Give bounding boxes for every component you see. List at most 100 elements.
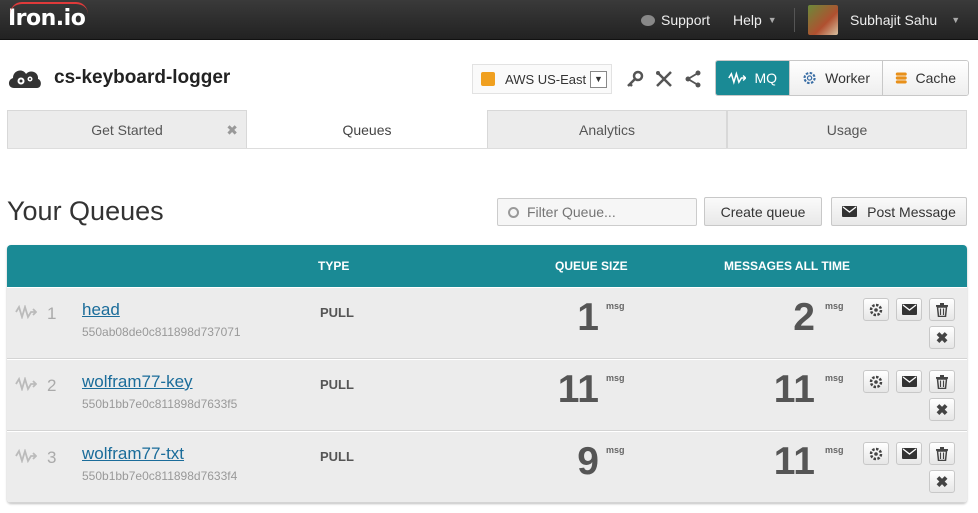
region-label: AWS US-East xyxy=(505,71,587,87)
tab-queues[interactable]: Queues xyxy=(247,110,487,148)
clear-queue-button[interactable] xyxy=(929,298,955,321)
help-menu[interactable]: Help ▼ xyxy=(733,12,777,28)
logo-arc xyxy=(10,2,88,14)
gear-icon xyxy=(869,303,883,316)
header-queue-size[interactable]: QUEUE SIZE xyxy=(555,259,628,273)
aws-icon xyxy=(481,72,495,86)
messages-total-unit: msg xyxy=(825,301,844,311)
queue-size-unit: msg xyxy=(606,445,625,455)
page-title: Your Queues xyxy=(7,196,164,226)
trash-icon xyxy=(936,374,948,389)
table-header: TYPE QUEUE SIZE MESSAGES ALL TIME xyxy=(7,245,967,287)
product-worker-button[interactable]: Worker xyxy=(789,61,882,95)
header-messages-all-time[interactable]: MESSAGES ALL TIME xyxy=(724,259,850,273)
queue-size-value: 9 xyxy=(577,440,599,483)
product-mq-button[interactable]: MQ xyxy=(716,61,789,95)
caret-down-icon: ▼ xyxy=(767,15,777,25)
messages-total-unit: msg xyxy=(825,445,844,455)
caret-down-icon: ▼ xyxy=(951,15,961,25)
clear-queue-button[interactable] xyxy=(929,442,955,465)
mq-wave-icon xyxy=(728,71,747,85)
share-icon[interactable] xyxy=(684,70,702,88)
header-type[interactable]: TYPE xyxy=(318,259,349,273)
post-message-button[interactable]: Post Message xyxy=(831,197,967,226)
messages-total-value: 11 xyxy=(773,440,815,483)
tab-get-started[interactable]: Get Started ✖ xyxy=(7,110,247,148)
filter-queue-field xyxy=(497,198,697,226)
tab-analytics[interactable]: Analytics xyxy=(487,110,727,148)
row-index: 1 xyxy=(47,304,57,323)
divider xyxy=(794,8,795,32)
database-icon xyxy=(895,72,907,84)
queue-size-value: 1 xyxy=(577,296,599,339)
help-label: Help xyxy=(733,12,762,28)
post-message-row-button[interactable] xyxy=(896,442,922,465)
tab-label: Queues xyxy=(342,122,392,138)
envelope-icon xyxy=(842,206,858,217)
envelope-icon xyxy=(901,304,917,315)
queue-size-unit: msg xyxy=(606,373,625,383)
table-row: 3 wolfram77-txt 550b1bb7e0c811898d7633f4 PU… xyxy=(7,431,967,503)
gear-icon xyxy=(869,375,883,388)
filter-queue-input[interactable] xyxy=(527,204,687,220)
messages-total-value: 2 xyxy=(793,296,815,339)
user-menu[interactable]: Subhajit Sahu ▼ xyxy=(850,12,960,28)
queue-settings-button[interactable] xyxy=(863,298,889,321)
queue-name-link[interactable]: wolfram77-key xyxy=(82,372,193,392)
queue-settings-button[interactable] xyxy=(863,370,889,393)
queue-settings-button[interactable] xyxy=(863,442,889,465)
button-label: Create queue xyxy=(720,203,806,220)
avatar[interactable] xyxy=(808,5,838,35)
queue-id: 550ab08de0c811898d737071 xyxy=(82,325,241,339)
queue-type: PULL xyxy=(320,449,354,464)
support-label: Support xyxy=(661,12,711,28)
trash-icon xyxy=(936,302,948,317)
top-bar: Iron.io Support Help ▼ Subhajit Sahu ▼ xyxy=(0,0,978,40)
queue-name-link[interactable]: wolfram77-txt xyxy=(82,444,184,464)
cloud-gears-icon xyxy=(8,70,41,88)
tab-usage[interactable]: Usage xyxy=(727,110,967,148)
queue-id: 550b1bb7e0c811898d7633f5 xyxy=(82,397,238,411)
messages-total-value: 11 xyxy=(773,368,815,411)
product-label: Worker xyxy=(825,70,870,86)
gear-icon xyxy=(803,71,816,85)
close-icon: ✖ xyxy=(935,401,949,419)
tab-label: Analytics xyxy=(578,122,636,138)
post-message-row-button[interactable] xyxy=(896,370,922,393)
tools-icon[interactable] xyxy=(655,70,673,88)
delete-queue-button[interactable]: ✖ xyxy=(929,470,955,493)
post-message-row-button[interactable] xyxy=(896,298,922,321)
queue-wave-icon xyxy=(15,303,38,321)
create-queue-button[interactable]: Create queue xyxy=(704,197,822,226)
queue-type: PULL xyxy=(320,305,354,320)
product-label: MQ xyxy=(754,70,777,86)
delete-queue-button[interactable]: ✖ xyxy=(929,326,955,349)
tab-bar: Get Started ✖ Queues Analytics Usage xyxy=(7,110,967,149)
close-icon[interactable]: ✖ xyxy=(226,111,238,149)
key-icon[interactable] xyxy=(626,70,644,88)
ironio-logo[interactable]: Iron.io xyxy=(8,2,88,31)
product-cache-button[interactable]: Cache xyxy=(882,61,968,95)
tab-label: Usage xyxy=(826,122,868,138)
region-select[interactable]: AWS US-East ▼ xyxy=(472,64,612,94)
queues-table: TYPE QUEUE SIZE MESSAGES ALL TIME 1 head 5… xyxy=(7,245,967,503)
search-icon xyxy=(508,206,519,218)
product-label: Cache xyxy=(915,70,956,86)
delete-queue-button[interactable]: ✖ xyxy=(929,398,955,421)
queue-type: PULL xyxy=(320,377,354,392)
queue-wave-icon xyxy=(15,447,38,465)
queue-wave-icon xyxy=(15,375,38,393)
support-link[interactable]: Support xyxy=(641,12,710,28)
clear-queue-button[interactable] xyxy=(929,370,955,393)
table-row: 2 wolfram77-key 550b1bb7e0c811898d7633f5 PU… xyxy=(7,359,967,431)
dropdown-arrow-icon[interactable]: ▼ xyxy=(590,71,607,88)
queue-size-value: 11 xyxy=(557,368,599,411)
button-label: Post Message xyxy=(867,203,956,220)
tab-label: Get Started xyxy=(91,122,163,138)
row-index: 2 xyxy=(47,376,57,395)
envelope-icon xyxy=(901,376,917,387)
envelope-icon xyxy=(901,448,917,459)
row-index: 3 xyxy=(47,448,57,467)
product-switcher: MQ Worker Cache xyxy=(715,60,969,96)
queue-name-link[interactable]: head xyxy=(82,300,120,320)
